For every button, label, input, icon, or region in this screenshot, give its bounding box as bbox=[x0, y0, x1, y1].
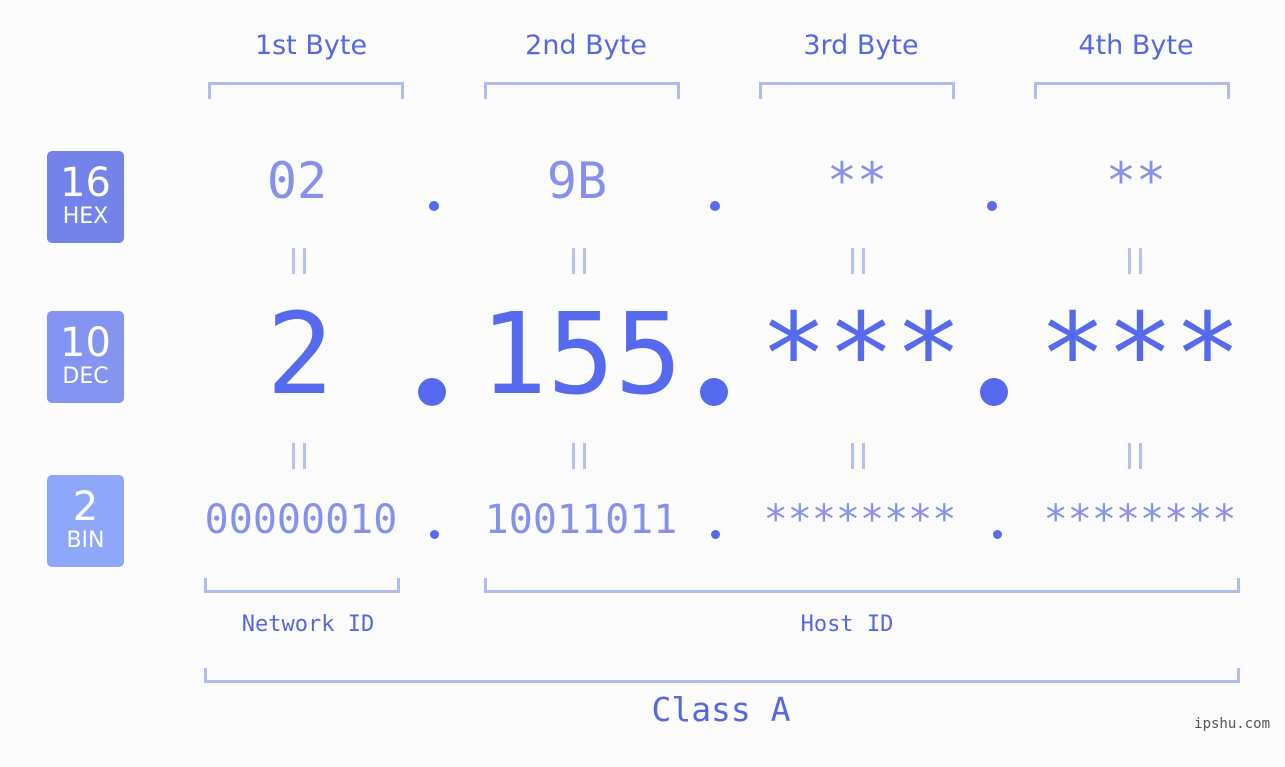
equals-icon bbox=[851, 248, 865, 274]
equals-icon bbox=[292, 248, 306, 274]
byte-bracket-4 bbox=[1034, 82, 1230, 99]
bin-separator-dot-1 bbox=[430, 530, 439, 539]
equals-icon bbox=[572, 443, 586, 469]
class-bracket bbox=[204, 668, 1240, 683]
bin-badge: 2 BIN bbox=[47, 475, 124, 567]
dec-base-name: DEC bbox=[62, 364, 109, 389]
network-id-label: Network ID bbox=[241, 612, 375, 637]
dec-separator-dot-3 bbox=[980, 378, 1008, 406]
dec-byte-1: 2 bbox=[266, 290, 334, 420]
hex-base-name: HEX bbox=[62, 204, 109, 229]
bin-byte-1: 00000010 bbox=[204, 497, 398, 543]
hex-byte-2: 9B bbox=[546, 152, 608, 210]
equals-icon bbox=[851, 443, 865, 469]
byte-header-4: 4th Byte bbox=[1078, 30, 1194, 61]
dec-byte-4: *** bbox=[1038, 290, 1242, 420]
dec-byte-2: 155 bbox=[479, 290, 683, 420]
watermark: ipshu.com bbox=[1194, 716, 1270, 732]
bin-byte-4: ******** bbox=[1043, 497, 1237, 543]
byte-bracket-3 bbox=[759, 82, 955, 99]
bin-base-number: 2 bbox=[72, 484, 99, 530]
hex-byte-1: 02 bbox=[266, 152, 328, 210]
dec-separator-dot-2 bbox=[700, 378, 728, 406]
host-id-bracket bbox=[484, 578, 1240, 593]
hex-separator-dot-1 bbox=[429, 201, 439, 211]
equals-icon bbox=[1128, 443, 1142, 469]
dec-byte-3: *** bbox=[759, 290, 963, 420]
bin-base-name: BIN bbox=[66, 528, 105, 553]
hex-byte-3: ** bbox=[826, 152, 888, 210]
bin-separator-dot-2 bbox=[711, 530, 720, 539]
hex-badge: 16 HEX bbox=[47, 151, 124, 243]
byte-header-1: 1st Byte bbox=[254, 30, 368, 61]
network-id-bracket bbox=[204, 578, 400, 593]
hex-byte-4: ** bbox=[1105, 152, 1167, 210]
dec-badge: 10 DEC bbox=[47, 311, 124, 403]
dec-separator-dot-1 bbox=[418, 378, 446, 406]
dec-base-number: 10 bbox=[60, 320, 111, 366]
bin-byte-2: 10011011 bbox=[484, 497, 678, 543]
bin-separator-dot-3 bbox=[993, 530, 1002, 539]
bin-byte-3: ******** bbox=[763, 497, 957, 543]
hex-separator-dot-3 bbox=[987, 201, 997, 211]
byte-header-3: 3rd Byte bbox=[803, 30, 919, 61]
hex-base-number: 16 bbox=[60, 160, 111, 206]
byte-bracket-1 bbox=[208, 82, 404, 99]
hex-separator-dot-2 bbox=[710, 201, 720, 211]
equals-icon bbox=[1128, 248, 1142, 274]
equals-icon bbox=[572, 248, 586, 274]
host-id-label: Host ID bbox=[800, 612, 894, 637]
byte-bracket-2 bbox=[484, 82, 680, 99]
class-label: Class A bbox=[651, 690, 791, 729]
equals-icon bbox=[292, 443, 306, 469]
byte-header-2: 2nd Byte bbox=[525, 30, 647, 61]
